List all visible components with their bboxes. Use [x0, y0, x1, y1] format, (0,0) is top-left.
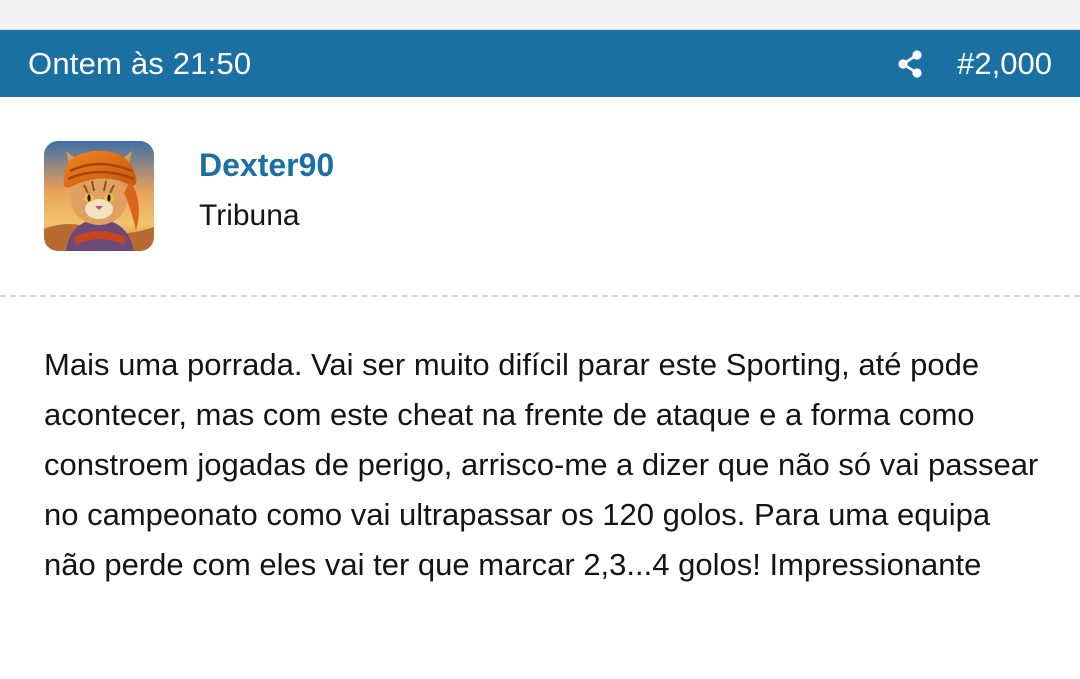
post-number-link[interactable]: #2,000: [957, 46, 1052, 82]
post-timestamp[interactable]: Ontem às 21:50: [28, 46, 251, 82]
share-icon[interactable]: [895, 49, 925, 79]
username[interactable]: Dexter90: [199, 147, 334, 184]
post-header-actions: #2,000: [895, 46, 1052, 82]
top-strip: [0, 0, 1080, 30]
user-title: Tribuna: [199, 199, 300, 232]
post-header: Ontem às 21:50 #2,000: [0, 30, 1080, 97]
post-message: Mais uma porrada. Vai ser muito difícil …: [44, 347, 1039, 582]
avatar[interactable]: [44, 141, 154, 251]
divider: [0, 295, 1080, 297]
user-info: Dexter90 Tribuna: [0, 97, 1080, 297]
